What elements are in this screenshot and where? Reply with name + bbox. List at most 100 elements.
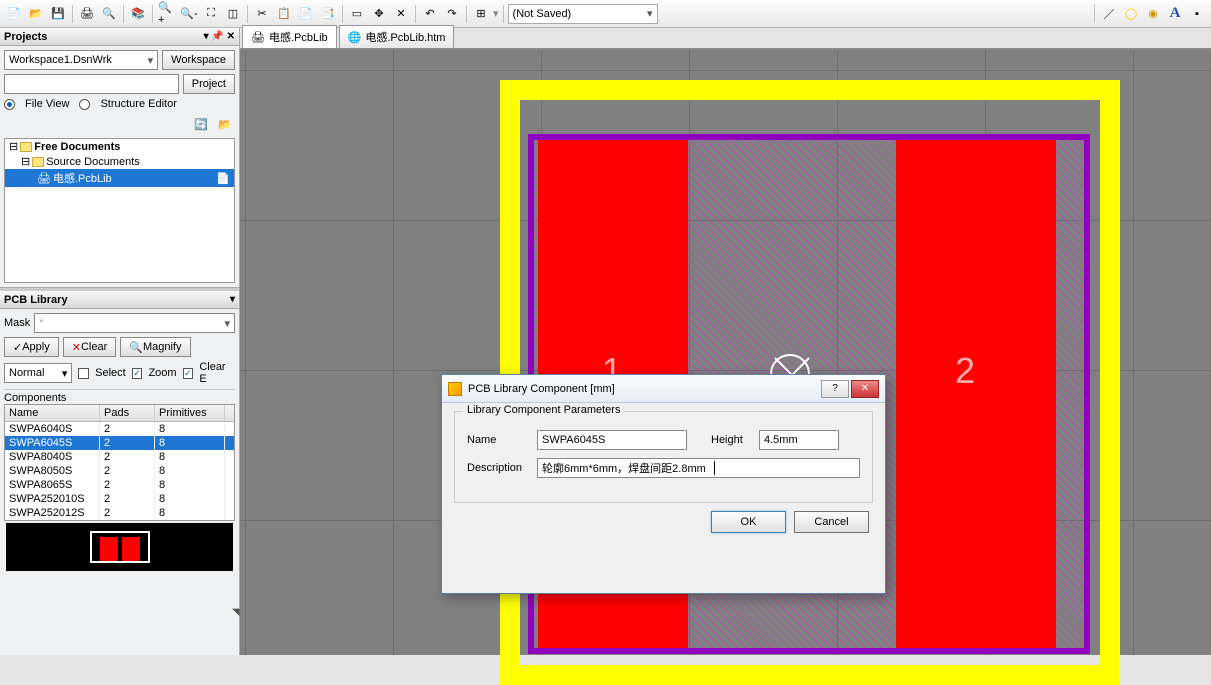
zoom-out-icon[interactable]: 🔍- bbox=[179, 4, 199, 24]
tab-htm[interactable]: 🌐 电感.PcbLib.htm bbox=[339, 25, 455, 48]
clear-check[interactable]: ✓ bbox=[183, 368, 194, 379]
desc-input[interactable]: 轮廓6mm*6mm，焊盘间距2.8mm bbox=[537, 458, 860, 478]
tree-root[interactable]: ⊟ Free Documents bbox=[5, 139, 234, 154]
main-toolbar: 📄 📂 💾 🖨 🔍 📚 🔍+ 🔍- ⛶ ◫ ✂ 📋 📄 📑 ▭ ✥ ✕ ↶ ↷ … bbox=[0, 0, 1211, 28]
projects-panel-header[interactable]: Projects ▾ 📌 ✕ bbox=[0, 28, 239, 46]
tree-file[interactable]: 🖨 电感.PcbLib📄 bbox=[5, 169, 234, 187]
file-view-radio[interactable] bbox=[4, 99, 15, 110]
refresh-icon[interactable]: 🔄 bbox=[191, 114, 211, 134]
separator bbox=[123, 5, 124, 23]
folder-open-icon[interactable]: 📂 bbox=[215, 114, 235, 134]
structure-editor-radio[interactable] bbox=[79, 99, 90, 110]
group-title: Library Component Parameters bbox=[463, 404, 624, 416]
pcblib-body: Mask *▾ ✓ Apply ✕ Clear 🔍 Magnify Normal… bbox=[0, 309, 239, 577]
separator bbox=[503, 5, 504, 23]
table-row[interactable]: SWPA6040S28 bbox=[5, 422, 234, 436]
deselect-icon[interactable]: ✕ bbox=[391, 4, 411, 24]
project-tree[interactable]: ⊟ Free Documents ⊟ Source Documents 🖨 电感… bbox=[4, 138, 235, 283]
separator bbox=[247, 5, 248, 23]
save-state-dropdown[interactable]: (Not Saved) ▾ bbox=[508, 4, 658, 24]
mode-dropdown[interactable]: Normal▾ bbox=[4, 363, 72, 383]
open-icon[interactable]: 📂 bbox=[26, 4, 46, 24]
resize-handle[interactable]: ◥ bbox=[232, 607, 240, 618]
copy-icon[interactable]: 📋 bbox=[274, 4, 294, 24]
pad-icon[interactable]: ◯ bbox=[1121, 4, 1141, 24]
select-rect-icon[interactable]: ▭ bbox=[347, 4, 367, 24]
left-panel: Projects ▾ 📌 ✕ Workspace1.DsnWrk ▾ Works… bbox=[0, 28, 240, 655]
close-button[interactable]: ✕ bbox=[851, 380, 879, 398]
undo-icon[interactable]: ↶ bbox=[420, 4, 440, 24]
select-label: Select bbox=[95, 367, 126, 379]
table-row[interactable]: SWPA252012S28 bbox=[5, 506, 234, 520]
print-icon[interactable]: 🖨 bbox=[77, 4, 97, 24]
via-icon[interactable]: ◉ bbox=[1143, 4, 1163, 24]
cut-icon[interactable]: ✂ bbox=[252, 4, 272, 24]
help-button[interactable]: ? bbox=[821, 380, 849, 398]
zoom-select-icon[interactable]: ◫ bbox=[223, 4, 243, 24]
save-icon[interactable]: 💾 bbox=[48, 4, 68, 24]
project-path-input[interactable] bbox=[4, 74, 179, 94]
line-icon[interactable]: ／ bbox=[1099, 4, 1119, 24]
name-input[interactable]: SWPA6045S bbox=[537, 430, 687, 450]
projects-title: Projects bbox=[4, 31, 47, 43]
height-input[interactable]: 4.5mm bbox=[759, 430, 839, 450]
clear-button[interactable]: ✕ Clear bbox=[63, 337, 117, 357]
project-button[interactable]: Project bbox=[183, 74, 235, 94]
dialog-title-text: PCB Library Component [mm] bbox=[468, 383, 615, 395]
component-properties-dialog: PCB Library Component [mm] ? ✕ Library C… bbox=[441, 374, 886, 594]
pcblib-panel-header[interactable]: PCB Library ▾ bbox=[0, 291, 239, 309]
col-name[interactable]: Name bbox=[5, 405, 100, 421]
table-row[interactable]: SWPA252010S28 bbox=[5, 492, 234, 506]
desc-label: Description bbox=[467, 462, 529, 474]
separator bbox=[415, 5, 416, 23]
new-icon[interactable]: 📄 bbox=[4, 4, 24, 24]
move-icon[interactable]: ✥ bbox=[369, 4, 389, 24]
preview-graphic bbox=[90, 531, 150, 563]
magnify-button[interactable]: 🔍 Magnify bbox=[120, 337, 190, 357]
clear-e-label: Clear E bbox=[199, 361, 235, 385]
table-row[interactable]: SWPA8040S28 bbox=[5, 450, 234, 464]
more-icon[interactable]: ▪ bbox=[1187, 4, 1207, 24]
paste-special-icon[interactable]: 📑 bbox=[318, 4, 338, 24]
dialog-icon bbox=[448, 382, 462, 396]
paste-icon[interactable]: 📄 bbox=[296, 4, 316, 24]
tab-pcblib[interactable]: 🖨 电感.PcbLib bbox=[242, 25, 337, 48]
panel-menu-icon[interactable]: ▾ 📌 ✕ bbox=[204, 31, 235, 42]
table-row[interactable]: SWPA8050S28 bbox=[5, 464, 234, 478]
name-label: Name bbox=[467, 434, 529, 446]
workspace-button[interactable]: Workspace bbox=[162, 50, 235, 70]
pcblib-title: PCB Library bbox=[4, 294, 68, 306]
separator bbox=[342, 5, 343, 23]
ok-button[interactable]: OK bbox=[711, 511, 786, 533]
cancel-button[interactable]: Cancel bbox=[794, 511, 869, 533]
grid-icon[interactable]: ⊞ bbox=[471, 4, 491, 24]
table-row[interactable]: SWPA6045S28 bbox=[5, 436, 234, 450]
tree-sub[interactable]: ⊟ Source Documents bbox=[5, 154, 234, 169]
book-icon[interactable]: 📚 bbox=[128, 4, 148, 24]
dialog-titlebar[interactable]: PCB Library Component [mm] ? ✕ bbox=[442, 375, 885, 403]
component-preview bbox=[6, 523, 233, 571]
zoom-in-icon[interactable]: 🔍+ bbox=[157, 4, 177, 24]
select-check[interactable] bbox=[78, 368, 89, 379]
separator bbox=[152, 5, 153, 23]
mode-value: Normal bbox=[9, 367, 44, 379]
col-prims[interactable]: Primitives bbox=[155, 405, 225, 421]
apply-button[interactable]: ✓ Apply bbox=[4, 337, 59, 357]
table-row[interactable]: SWPA8065S28 bbox=[5, 478, 234, 492]
workspace-dropdown[interactable]: Workspace1.DsnWrk ▾ bbox=[4, 50, 158, 70]
components-table[interactable]: Name Pads Primitives SWPA6040S28 SWPA604… bbox=[4, 404, 235, 521]
structure-editor-label: Structure Editor bbox=[100, 98, 176, 110]
redo-icon[interactable]: ↷ bbox=[442, 4, 462, 24]
pad-2-label: 2 bbox=[955, 350, 975, 392]
preview-icon[interactable]: 🔍 bbox=[99, 4, 119, 24]
panel-menu-icon[interactable]: ▾ bbox=[230, 294, 235, 305]
text-icon[interactable]: A bbox=[1165, 4, 1185, 24]
mask-input[interactable]: *▾ bbox=[34, 313, 235, 333]
zoom-fit-icon[interactable]: ⛶ bbox=[201, 4, 221, 24]
projects-body: Workspace1.DsnWrk ▾ Workspace Project Fi… bbox=[0, 46, 239, 287]
height-label: Height bbox=[711, 434, 751, 446]
separator bbox=[72, 5, 73, 23]
parameters-group: Library Component Parameters Name SWPA60… bbox=[454, 411, 873, 503]
zoom-check[interactable]: ✓ bbox=[132, 368, 143, 379]
col-pads[interactable]: Pads bbox=[100, 405, 155, 421]
